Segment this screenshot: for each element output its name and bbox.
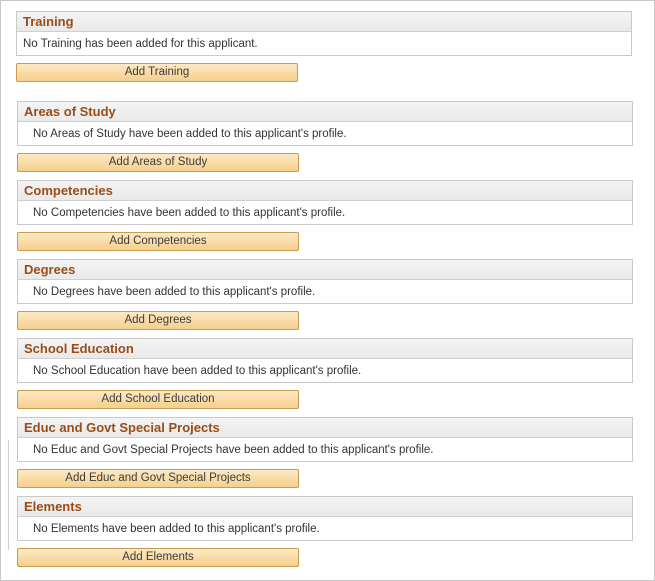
competencies-header: Competencies [18,181,632,201]
add-school-education-button[interactable]: Add School Education [17,390,299,409]
training-section: Training No Training has been added for … [16,11,632,56]
training-header: Training [17,12,631,32]
special-projects-empty-message: No Educ and Govt Special Projects have b… [33,444,434,456]
elements-section: Elements No Elements have been added to … [17,496,633,541]
special-projects-header: Educ and Govt Special Projects [18,418,632,438]
areas-of-study-header: Areas of Study [18,102,632,122]
competencies-empty-message: No Competencies have been added to this … [33,207,346,219]
add-degrees-button[interactable]: Add Degrees [17,311,299,330]
add-elements-button[interactable]: Add Elements [17,548,299,567]
elements-header: Elements [18,497,632,517]
degrees-section: Degrees No Degrees have been added to th… [17,259,633,304]
school-education-section: School Education No School Education hav… [17,338,633,383]
add-competencies-button[interactable]: Add Competencies [17,232,299,251]
degrees-header: Degrees [18,260,632,280]
school-education-header: School Education [18,339,632,359]
competencies-section: Competencies No Competencies have been a… [17,180,633,225]
add-areas-of-study-button[interactable]: Add Areas of Study [17,153,299,172]
school-education-empty-message: No School Education have been added to t… [33,365,362,377]
add-special-projects-button[interactable]: Add Educ and Govt Special Projects [17,469,299,488]
degrees-empty-message: No Degrees have been added to this appli… [33,286,316,298]
elements-empty-message: No Elements have been added to this appl… [33,523,320,535]
group-indent-line [8,440,9,550]
areas-of-study-section: Areas of Study No Areas of Study have be… [17,101,633,146]
special-projects-section: Educ and Govt Special Projects No Educ a… [17,417,633,462]
training-empty-message: No Training has been added for this appl… [23,38,258,50]
areas-of-study-empty-message: No Areas of Study have been added to thi… [33,128,347,140]
add-training-button[interactable]: Add Training [16,63,298,82]
